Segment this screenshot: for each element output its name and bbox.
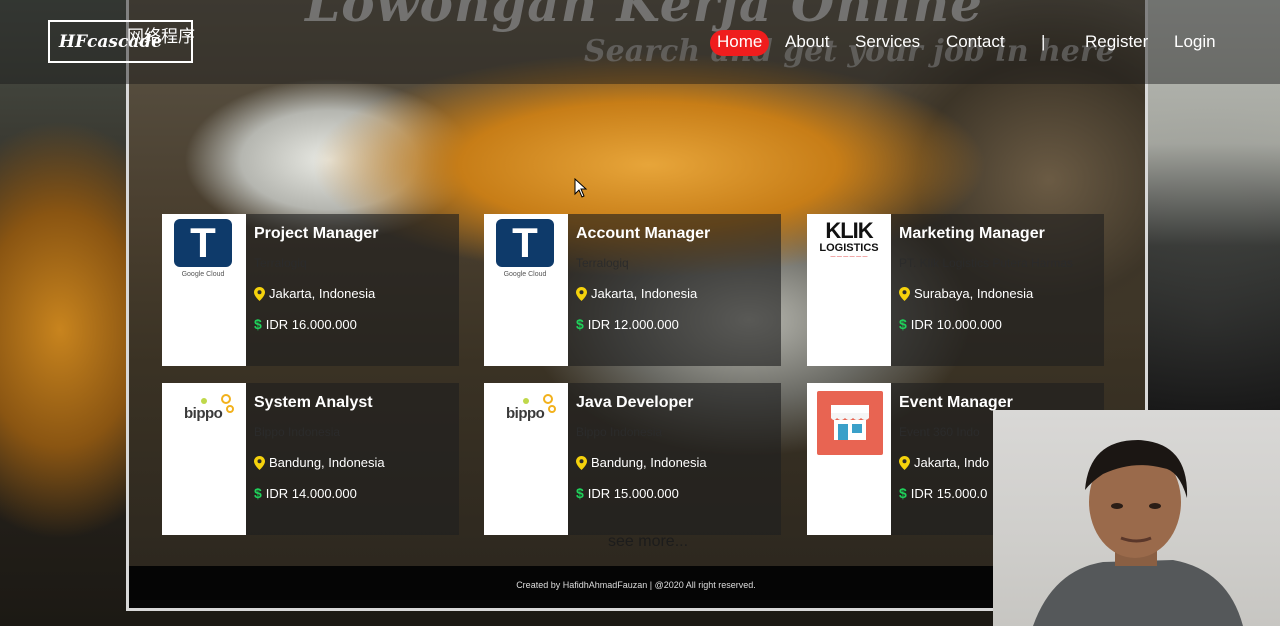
presenter-silhouette	[1033, 440, 1243, 626]
dollar-icon: $	[254, 485, 262, 501]
job-card[interactable]: bippo System Analyst Bippo Indonesia Ban…	[162, 383, 459, 535]
job-title[interactable]: System Analyst	[254, 394, 373, 412]
logo-subtext: Google Cloud	[181, 271, 225, 278]
map-pin-icon	[576, 455, 587, 470]
job-card[interactable]: bippo Java Developer Bippo Indonesia Ban…	[484, 383, 781, 535]
logo-subtext: LOGISTICS	[819, 242, 879, 254]
nav-services[interactable]: Services	[855, 30, 920, 56]
bippo-logo: bippo	[174, 391, 236, 427]
salary-text: IDR 10.000.000	[910, 316, 1002, 332]
salary-text: IDR 16.000.000	[265, 316, 357, 332]
nav-divider: |	[1041, 32, 1046, 51]
job-card[interactable]: T Google Cloud Account Manager Terralogi…	[484, 214, 781, 366]
nav-contact[interactable]: Contact	[946, 30, 1005, 56]
job-salary: $ IDR 16.000.000	[254, 316, 357, 332]
job-salary: $ IDR 14.000.000	[254, 485, 357, 501]
job-card[interactable]: KLIK LOGISTICS — — — — — — Marketing Man…	[807, 214, 1104, 366]
logo-subtext: Google Cloud	[503, 271, 547, 278]
terralogiq-logo: T Google Cloud	[496, 219, 554, 278]
company-logo	[807, 383, 891, 535]
location-text: Jakarta, Indo	[914, 455, 990, 470]
job-card[interactable]: T Google Cloud Project Manager Terralogi…	[162, 214, 459, 366]
logo-text: bippo	[506, 405, 545, 422]
job-title[interactable]: Marketing Manager	[899, 225, 1045, 243]
job-location: Bandung, Indonesia	[254, 455, 385, 470]
job-card-body: Account Manager Terralogiq Jakarta, Indo…	[568, 214, 781, 366]
navbar: HFcascade 网络程序 Home About Services Conta…	[0, 0, 1280, 84]
location-text: Bandung, Indonesia	[269, 455, 385, 470]
job-location: Jakarta, Indonesia	[576, 286, 697, 301]
dollar-icon: $	[254, 316, 262, 332]
logo-text: bippo	[184, 405, 223, 422]
location-text: Surabaya, Indonesia	[914, 286, 1034, 301]
company-name: Terralogiq	[254, 256, 307, 270]
company-logo: bippo	[162, 383, 246, 535]
job-location: Bandung, Indonesia	[576, 455, 707, 470]
job-location: Jakarta, Indo	[899, 455, 989, 470]
company-logo: KLIK LOGISTICS — — — — — —	[807, 214, 891, 366]
job-location: Jakarta, Indonesia	[254, 286, 375, 301]
nav-home[interactable]: Home	[710, 30, 770, 56]
logo-chinese-text: 网络程序	[127, 27, 195, 46]
salary-text: IDR 15.000.0	[910, 485, 988, 501]
salary-text: IDR 15.000.000	[587, 485, 679, 501]
job-card-body: Marketing Manager PT. Klik Logistics Put…	[891, 214, 1104, 366]
company-logo: bippo	[484, 383, 568, 535]
company-logo: T Google Cloud	[484, 214, 568, 366]
map-pin-icon	[576, 286, 587, 301]
nav-login[interactable]: Login	[1174, 30, 1216, 56]
job-title[interactable]: Java Developer	[576, 394, 693, 412]
location-text: Jakarta, Indonesia	[591, 286, 698, 301]
klik-logistics-logo: KLIK LOGISTICS — — — — — —	[809, 220, 889, 262]
job-card-body: System Analyst Bippo Indonesia Bandung, …	[246, 383, 459, 535]
salary-text: IDR 14.000.000	[265, 485, 357, 501]
job-card-body: Java Developer Bippo Indonesia Bandung, …	[568, 383, 781, 535]
company-name: Bippo Indonesia	[576, 425, 663, 439]
company-name: Bippo Indonesia	[254, 425, 341, 439]
job-salary: $ IDR 15.000.000	[576, 485, 679, 501]
job-salary: $ IDR 10.000.000	[899, 316, 1002, 332]
job-salary: $ IDR 12.000.000	[576, 316, 679, 332]
location-text: Jakarta, Indonesia	[269, 286, 376, 301]
webcam-overlay	[993, 410, 1280, 626]
logo-text: KLIK	[825, 218, 873, 243]
terralogiq-logo: T Google Cloud	[174, 219, 232, 278]
dollar-icon: $	[899, 485, 907, 501]
map-pin-icon	[254, 286, 265, 301]
dollar-icon: $	[899, 316, 907, 332]
nav-about[interactable]: About	[785, 30, 829, 56]
dollar-icon: $	[576, 485, 584, 501]
job-card-body: Project Manager Terralogiq Jakarta, Indo…	[246, 214, 459, 366]
map-pin-icon	[254, 455, 265, 470]
dollar-icon: $	[576, 316, 584, 332]
map-pin-icon	[899, 455, 910, 470]
company-name: PT. Klik Logistics Putera Harmas	[899, 256, 1074, 270]
location-text: Bandung, Indonesia	[591, 455, 707, 470]
mouse-cursor-icon	[574, 178, 588, 198]
company-logo: T Google Cloud	[162, 214, 246, 366]
see-more-link[interactable]: see more...	[608, 533, 688, 551]
nav-register[interactable]: Register	[1085, 30, 1148, 56]
job-salary: $ IDR 15.000.0	[899, 485, 987, 501]
footer: Created by HafidhAhmadFauzan | @2020 All…	[129, 566, 1139, 608]
job-location: Surabaya, Indonesia	[899, 286, 1033, 301]
job-title[interactable]: Account Manager	[576, 225, 710, 243]
footer-text: Created by HafidhAhmadFauzan | @2020 All…	[516, 580, 756, 590]
salary-text: IDR 12.000.000	[587, 316, 679, 332]
company-name: Terralogiq	[576, 256, 629, 270]
job-title[interactable]: Project Manager	[254, 225, 378, 243]
store-icon	[817, 391, 883, 455]
company-name: Event 360 Indo	[899, 425, 980, 439]
bippo-logo: bippo	[496, 391, 558, 427]
map-pin-icon	[899, 286, 910, 301]
